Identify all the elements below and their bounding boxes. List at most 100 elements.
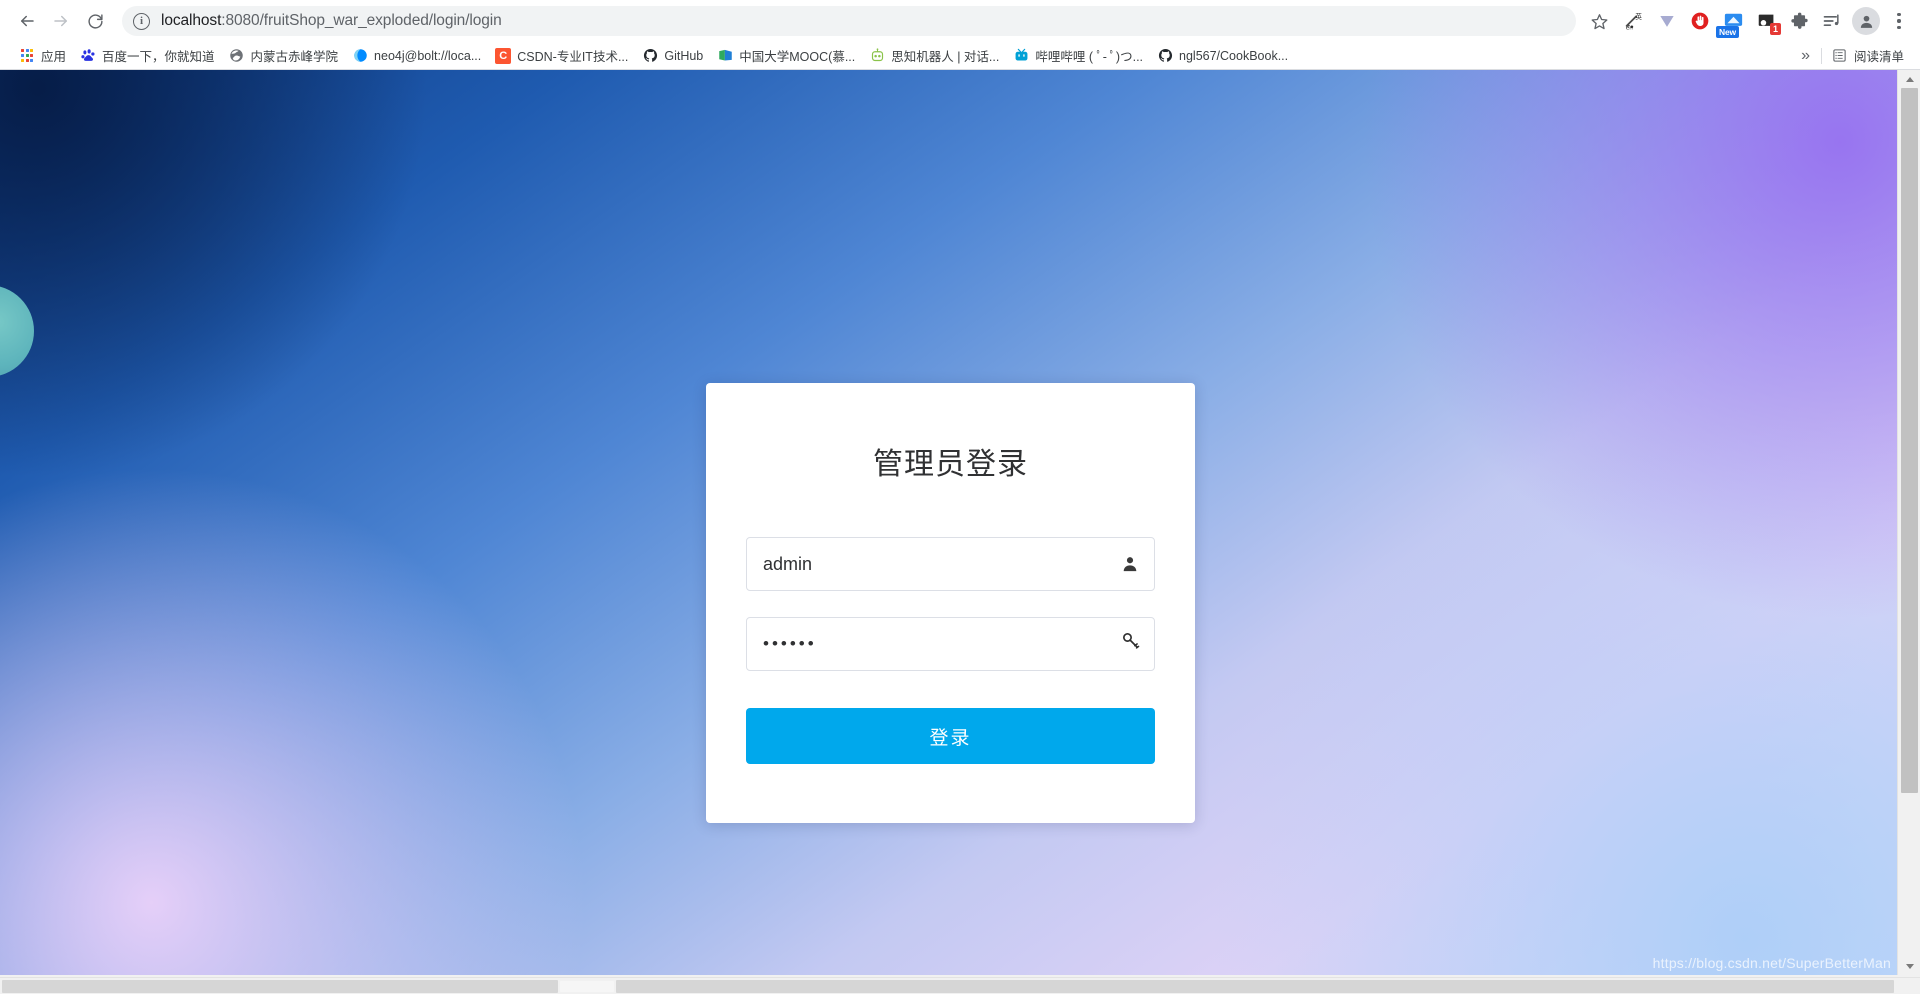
site-info-icon[interactable]: i <box>133 12 150 30</box>
github-octocat-icon <box>643 48 657 62</box>
bookmark-label: 应用 <box>41 50 67 64</box>
vimium-v-icon[interactable] <box>1651 5 1683 37</box>
bookmark-apps[interactable]: 应用 <box>12 43 73 68</box>
adblock-hand-icon <box>1691 12 1709 30</box>
apps-grid-icon <box>19 48 35 64</box>
horizontal-scrollbar-track-left[interactable] <box>2 980 558 993</box>
back-button[interactable] <box>10 4 44 38</box>
reload-icon <box>87 13 103 29</box>
url-path: :8080/fruitShop_war_exploded/login/login <box>221 12 502 29</box>
bookmark-neo4j[interactable]: neo4j@bolt://loca... <box>345 45 488 67</box>
notification-icon[interactable]: 1 <box>1750 5 1782 37</box>
bookmark-github[interactable]: GitHub <box>635 45 710 67</box>
bookmark-label: neo4j@bolt://loca... <box>374 48 482 63</box>
bookmark-label: 思知机器人 | 对话... <box>891 50 1000 64</box>
forward-button[interactable] <box>44 4 78 38</box>
scroll-up-button[interactable] <box>1898 70 1920 88</box>
robot-head-icon <box>871 48 883 62</box>
bookmark-label: 中国大学MOOC(慕... <box>739 50 856 64</box>
reload-button[interactable] <box>78 4 112 38</box>
bookmark-bilibili[interactable]: 哔哩哔哩 ( ﾟ- ﾟ)つ... <box>1006 43 1150 68</box>
reading-list-icon <box>1832 48 1848 64</box>
scroll-down-button[interactable] <box>1898 957 1920 975</box>
browser-window: i localhost:8080/fruitShop_war_exploded/… <box>0 0 1920 994</box>
neo4j-icon <box>352 48 368 64</box>
bookmark-baidu[interactable]: 百度一下，你就知道 <box>73 43 222 68</box>
bookmarks-divider <box>1820 47 1822 64</box>
bilibili-icon <box>1013 48 1029 64</box>
svg-text:en: en <box>1625 25 1632 31</box>
svg-text:英: 英 <box>1635 11 1642 20</box>
star-icon <box>1591 13 1607 29</box>
bookmark-label: CSDN-专业IT技术... <box>517 50 629 64</box>
bilibili-tv-icon <box>1015 48 1028 61</box>
baidu-paw-icon <box>80 49 95 61</box>
screenshot-new-icon[interactable]: New <box>1716 5 1749 38</box>
neo4j-circle-icon <box>353 49 367 62</box>
profile-avatar-button[interactable] <box>1852 7 1880 35</box>
avatar-person-icon <box>1860 15 1872 28</box>
mooc-icon <box>717 48 733 64</box>
bookmark-label: 百度一下，你就知道 <box>102 50 215 64</box>
playlist-music-icon[interactable] <box>1816 5 1848 37</box>
scroll-up-arrow-icon <box>1905 76 1914 82</box>
playlist-glyph-icon <box>1823 14 1839 26</box>
url-text: localhost:8080/fruitShop_war_exploded/lo… <box>161 12 502 30</box>
vertical-scrollbar-thumb[interactable] <box>1901 88 1918 793</box>
bookmarks-bar: 应用 百度一下，你就知道 内蒙古赤峰学院 neo4j@bolt://loca..… <box>0 42 1920 70</box>
bookmark-label: 哔哩哔哩 ( ﾟ- ﾟ)つ... <box>1035 50 1144 64</box>
user-icon <box>1120 554 1140 574</box>
csdn-icon: C <box>495 47 512 64</box>
url-host: localhost <box>161 12 222 29</box>
username-input[interactable] <box>763 553 1108 575</box>
horizontal-scrollbar-thumb[interactable] <box>560 981 614 992</box>
reading-list-glyph-icon <box>1833 49 1847 62</box>
login-submit-button[interactable]: 登录 <box>746 708 1155 764</box>
baidu-icon <box>80 48 96 64</box>
kebab-dot <box>1897 12 1901 17</box>
kebab-dot <box>1897 25 1901 30</box>
decorative-teal-circle <box>0 285 34 377</box>
back-arrow-icon <box>21 15 34 27</box>
mooc-book-icon <box>719 49 732 61</box>
translate-glyph-icon: 英 en <box>1625 11 1642 31</box>
extensions-tray: 英 en New 1 <box>1614 5 1914 38</box>
github-icon <box>642 48 658 64</box>
page-viewport: 管理员登录 admin 登录 https://blog.csdn.net/Sup… <box>0 70 1920 994</box>
browser-toolbar: i localhost:8080/fruitShop_war_exploded/… <box>0 0 1920 42</box>
username-field-wrapper[interactable] <box>746 537 1155 591</box>
user-glyph-icon <box>1123 557 1137 572</box>
browser-menu-button[interactable] <box>1884 5 1914 37</box>
notification-count-badge: 1 <box>1769 23 1781 35</box>
vertical-scrollbar[interactable] <box>1897 70 1920 975</box>
bookmark-label: 内蒙古赤峰学院 <box>250 50 339 64</box>
bookmark-university[interactable]: 内蒙古赤峰学院 <box>222 43 346 68</box>
globe-circle-icon <box>230 49 243 62</box>
reading-list-button[interactable]: 阅读清单 <box>1824 43 1912 68</box>
page-title: 管理员登录 <box>873 448 1028 481</box>
adblock-icon[interactable] <box>1684 5 1716 37</box>
reading-list-label: 阅读清单 <box>1853 50 1904 64</box>
key-icon <box>1120 630 1140 650</box>
bookmark-robot[interactable]: 思知机器人 | 对话... <box>862 43 1006 68</box>
horizontal-scrollbar-track-right[interactable] <box>616 980 1894 993</box>
bookmarks-overflow-button[interactable]: » <box>1792 47 1819 65</box>
puzzle-extensions-icon[interactable] <box>1783 5 1815 37</box>
bookmark-csdn[interactable]: C CSDN-专业IT技术... <box>488 43 635 68</box>
login-page-background: 管理员登录 admin 登录 https://blog.csdn.net/Sup… <box>0 70 1897 975</box>
scroll-down-arrow-icon <box>1905 963 1914 969</box>
address-bar[interactable]: i localhost:8080/fruitShop_war_exploded/… <box>122 6 1576 36</box>
bookmark-cookbook[interactable]: ngl567/CookBook... <box>1150 45 1295 67</box>
university-icon <box>229 48 245 64</box>
password-input[interactable] <box>763 634 1108 654</box>
bookmark-mooc[interactable]: 中国大学MOOC(慕... <box>710 43 862 68</box>
bookmark-label: GitHub <box>664 48 704 63</box>
v-triangle-icon <box>1660 16 1674 27</box>
bookmark-star-button[interactable] <box>1584 6 1614 36</box>
translate-icon[interactable]: 英 en <box>1618 5 1650 37</box>
horizontal-scrollbar[interactable] <box>0 977 1920 994</box>
bookmark-label: ngl567/CookBook... <box>1179 48 1289 63</box>
csdn-watermark: https://blog.csdn.net/SuperBetterMan <box>1652 955 1891 971</box>
password-field-wrapper[interactable] <box>746 617 1155 671</box>
github-octocat-icon <box>1158 48 1172 62</box>
